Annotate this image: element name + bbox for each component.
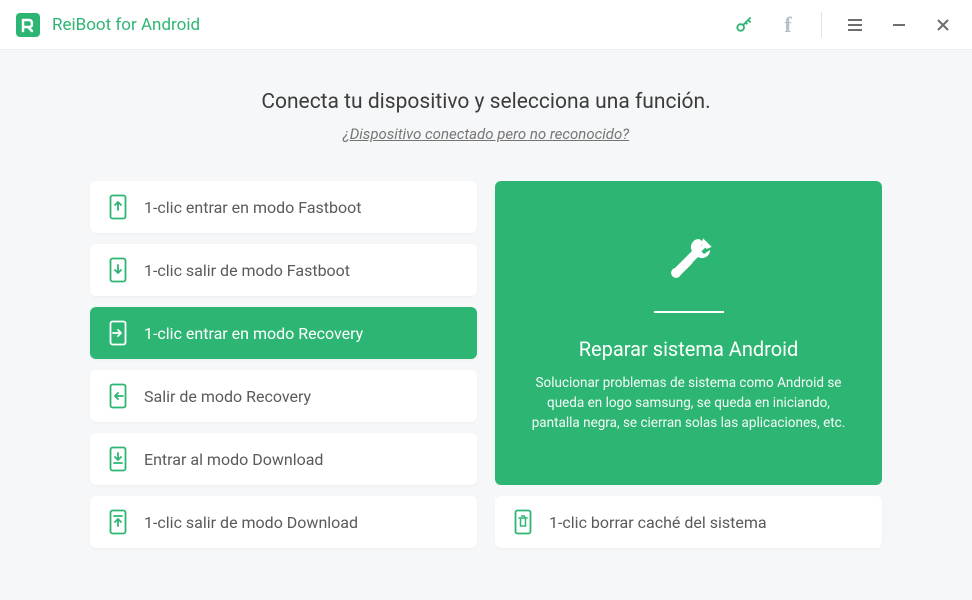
- header-text: Conecta tu dispositivo y selecciona una …: [90, 90, 882, 143]
- key-icon[interactable]: [733, 14, 755, 36]
- app-title: ReiBoot for Android: [52, 15, 200, 35]
- recovery-enter-button[interactable]: 1-clic entrar en modo Recovery: [90, 307, 477, 359]
- main-content: Conecta tu dispositivo y selecciona una …: [0, 50, 972, 578]
- recovery-exit-button[interactable]: Salir de modo Recovery: [90, 370, 477, 422]
- fastboot-enter-button[interactable]: 1-clic entrar en modo Fastboot: [90, 181, 477, 233]
- titlebar-left: ReiBoot for Android: [14, 11, 200, 39]
- repair-system-card[interactable]: Reparar sistema Android Solucionar probl…: [495, 181, 882, 485]
- app-logo-icon: [14, 11, 42, 39]
- phone-arrow-up-icon: [108, 194, 128, 220]
- device-not-recognized-link[interactable]: ¿Dispositivo conectado pero no reconocid…: [343, 125, 629, 143]
- facebook-icon[interactable]: f: [777, 14, 799, 36]
- card-divider: [654, 311, 724, 313]
- phone-arrow-down-icon: [108, 257, 128, 283]
- repair-description: Solucionar problemas de sistema como And…: [523, 373, 854, 434]
- option-label: 1-clic salir de modo Download: [144, 513, 358, 532]
- phone-trash-icon: [513, 509, 533, 535]
- clear-cache-button[interactable]: 1-clic borrar caché del sistema: [495, 496, 882, 548]
- menu-icon[interactable]: [844, 14, 866, 36]
- option-label: Salir de modo Recovery: [144, 387, 311, 406]
- titlebar: ReiBoot for Android f: [0, 0, 972, 50]
- main-heading: Conecta tu dispositivo y selecciona una …: [90, 90, 882, 114]
- phone-download-icon: [108, 446, 128, 472]
- right-column: Reparar sistema Android Solucionar probl…: [495, 181, 882, 548]
- repair-title: Reparar sistema Android: [579, 337, 799, 361]
- download-exit-button[interactable]: 1-clic salir de modo Download: [90, 496, 477, 548]
- minimize-icon[interactable]: [888, 14, 910, 36]
- close-icon[interactable]: [932, 14, 954, 36]
- option-label: Entrar al modo Download: [144, 450, 323, 469]
- tools-icon: [661, 233, 717, 293]
- option-label: 1-clic entrar en modo Recovery: [144, 324, 363, 343]
- titlebar-divider: [821, 12, 822, 38]
- phone-arrow-in-icon: [108, 320, 128, 346]
- phone-upload-icon: [108, 509, 128, 535]
- titlebar-right: f: [733, 12, 954, 38]
- left-column: 1-clic entrar en modo Fastboot 1-clic sa…: [90, 181, 477, 548]
- download-enter-button[interactable]: Entrar al modo Download: [90, 433, 477, 485]
- option-label: 1-clic salir de modo Fastboot: [144, 261, 350, 280]
- option-label: 1-clic entrar en modo Fastboot: [144, 198, 361, 217]
- fastboot-exit-button[interactable]: 1-clic salir de modo Fastboot: [90, 244, 477, 296]
- phone-arrow-out-icon: [108, 383, 128, 409]
- options-grid: 1-clic entrar en modo Fastboot 1-clic sa…: [90, 181, 882, 548]
- option-label: 1-clic borrar caché del sistema: [549, 513, 767, 532]
